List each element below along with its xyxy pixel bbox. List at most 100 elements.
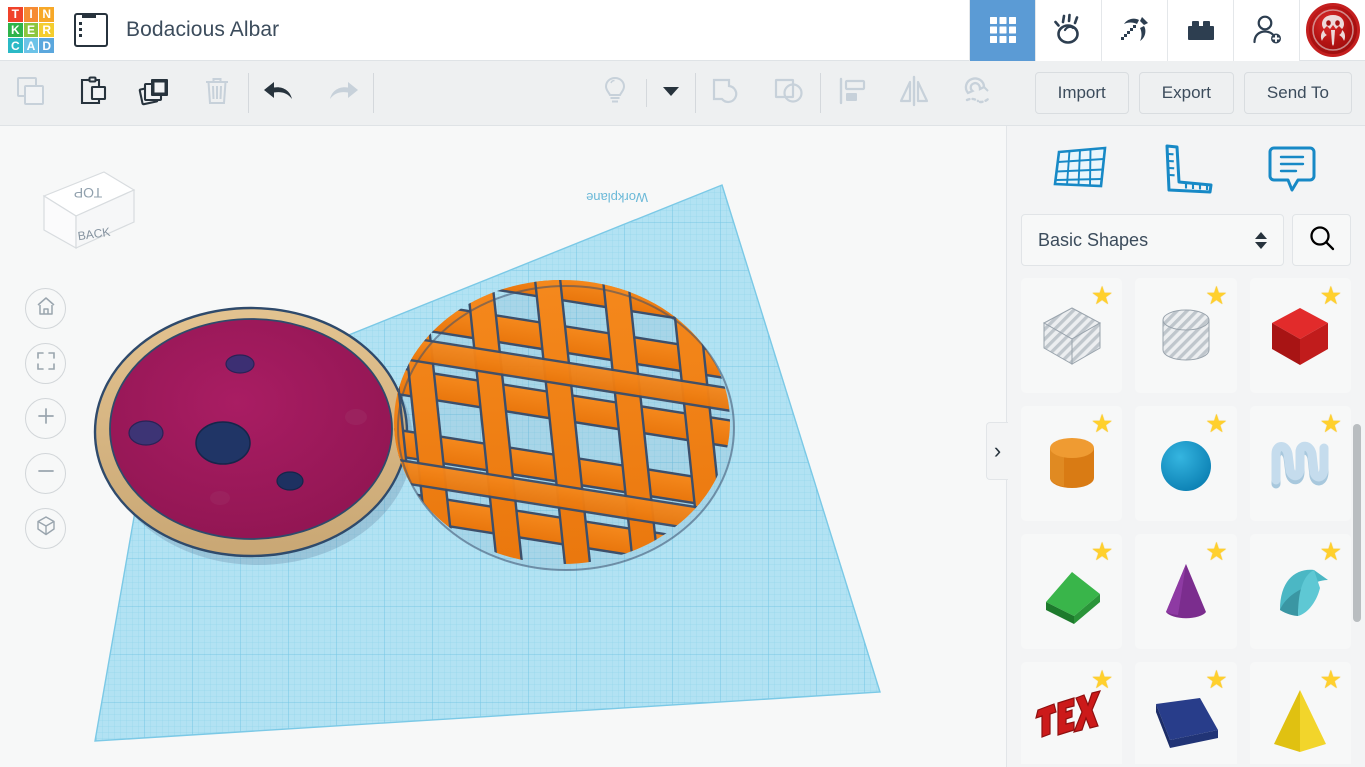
edit-lights-button[interactable] bbox=[584, 61, 646, 126]
search-button[interactable] bbox=[1292, 214, 1351, 266]
shape-cylinder-hole[interactable]: ★ bbox=[1135, 278, 1237, 393]
favorite-star-icon[interactable]: ★ bbox=[1091, 668, 1113, 693]
panel-tool-tabs bbox=[1007, 126, 1365, 214]
redo-button[interactable] bbox=[311, 61, 373, 126]
logo-tile-i: I bbox=[23, 7, 39, 22]
favorite-star-icon[interactable]: ★ bbox=[1320, 668, 1342, 693]
codeblocks-icon bbox=[1052, 13, 1086, 47]
user-avatar-button[interactable] bbox=[1299, 0, 1365, 61]
logo-tile-c: C bbox=[8, 38, 23, 53]
shape-scribble[interactable]: ★ bbox=[1249, 406, 1351, 521]
notes-tool-icon bbox=[1263, 139, 1321, 202]
header-minecraft-button[interactable] bbox=[1101, 0, 1167, 61]
copy-button[interactable] bbox=[0, 61, 62, 126]
fit-to-view-icon bbox=[35, 350, 57, 377]
undo-button[interactable] bbox=[249, 61, 311, 126]
shape-text[interactable]: ★ bbox=[1021, 662, 1123, 764]
shape-cylinder[interactable]: ★ bbox=[1021, 406, 1123, 521]
magnet-icon bbox=[958, 74, 994, 113]
logo-tile-a: A bbox=[23, 38, 39, 53]
app-header: T I N K E R C A D Bodacious Albar bbox=[0, 0, 1365, 61]
canvas-scene: Workplane bbox=[93, 184, 881, 742]
menu-list-icon[interactable] bbox=[74, 13, 108, 47]
shape-cone[interactable]: ★ bbox=[1135, 534, 1237, 649]
clipboard-tool-group bbox=[0, 61, 248, 126]
snap-magnet-button[interactable] bbox=[945, 61, 1007, 126]
ungroup-icon bbox=[771, 74, 807, 113]
mirror-button[interactable] bbox=[883, 61, 945, 126]
logo-tile-r: R bbox=[39, 22, 54, 38]
zoom-in-icon bbox=[35, 405, 57, 432]
delete-button[interactable] bbox=[186, 61, 248, 126]
favorite-star-icon[interactable]: ★ bbox=[1320, 412, 1342, 437]
group-button[interactable] bbox=[696, 61, 758, 126]
paste-icon bbox=[76, 74, 110, 113]
shape-box-hole[interactable]: ★ bbox=[1021, 278, 1123, 393]
light-options-button[interactable] bbox=[647, 61, 695, 126]
import-button[interactable]: Import bbox=[1034, 72, 1129, 114]
tab-workplane[interactable] bbox=[1037, 137, 1123, 203]
view-controls bbox=[25, 288, 66, 563]
ortho-perspective-icon bbox=[35, 515, 57, 542]
design-canvas[interactable]: Workplane TOP BACK bbox=[0, 126, 1006, 767]
redo-icon bbox=[323, 74, 361, 113]
zoom-in-button[interactable] bbox=[25, 398, 66, 439]
shape-wedge[interactable]: ★ bbox=[1021, 534, 1123, 649]
paste-button[interactable] bbox=[62, 61, 124, 126]
home-view-icon bbox=[35, 295, 57, 322]
align-icon bbox=[835, 74, 869, 113]
zoom-out-icon bbox=[35, 460, 57, 487]
fit-to-view-button[interactable] bbox=[25, 343, 66, 384]
shape-sphere[interactable]: ★ bbox=[1135, 406, 1237, 521]
shape-panel-scrollbar[interactable] bbox=[1353, 424, 1361, 622]
favorite-star-icon[interactable]: ★ bbox=[1320, 540, 1342, 565]
collapse-panel-button[interactable]: › bbox=[986, 422, 1008, 480]
workplane-tool-icon bbox=[1049, 140, 1111, 201]
document-title[interactable]: Bodacious Albar bbox=[126, 18, 279, 42]
align-button[interactable] bbox=[821, 61, 883, 126]
shape-box[interactable]: ★ bbox=[1249, 278, 1351, 393]
ungroup-button[interactable] bbox=[758, 61, 820, 126]
header-tools bbox=[969, 0, 1365, 61]
header-bricks-button[interactable] bbox=[1167, 0, 1233, 61]
header-invite-button[interactable] bbox=[1233, 0, 1299, 61]
favorite-star-icon[interactable]: ★ bbox=[1091, 540, 1113, 565]
grid-view-icon bbox=[988, 15, 1018, 45]
shape-pyramid[interactable]: ★ bbox=[1249, 662, 1351, 764]
file-actions: Import Export Send To bbox=[1034, 72, 1365, 114]
tinkercad-logo[interactable]: T I N K E R C A D bbox=[8, 7, 54, 53]
ruler-tool-icon bbox=[1155, 140, 1217, 201]
favorite-star-icon[interactable]: ★ bbox=[1205, 668, 1227, 693]
shape-grid: ★ ★ ★ ★ ★ ★ ★ ★ ★ ★ ★ ★ bbox=[1007, 278, 1365, 764]
favorite-star-icon[interactable]: ★ bbox=[1205, 540, 1227, 565]
favorite-star-icon[interactable]: ★ bbox=[1320, 284, 1342, 309]
tab-notes[interactable] bbox=[1249, 137, 1335, 203]
ortho-perspective-button[interactable] bbox=[25, 508, 66, 549]
send-to-button[interactable]: Send To bbox=[1243, 72, 1352, 114]
header-codeblocks-button[interactable] bbox=[1035, 0, 1101, 61]
zoom-out-button[interactable] bbox=[25, 453, 66, 494]
align-tool-group bbox=[821, 61, 1007, 126]
lights-tool-group bbox=[584, 61, 695, 126]
copy-icon bbox=[14, 74, 48, 113]
export-button[interactable]: Export bbox=[1138, 72, 1234, 114]
shape-paraboloid[interactable]: ★ bbox=[1135, 662, 1237, 764]
pickaxe-icon bbox=[1118, 13, 1152, 47]
mirror-icon bbox=[896, 74, 932, 113]
tab-ruler[interactable] bbox=[1143, 137, 1229, 203]
home-view-button[interactable] bbox=[25, 288, 66, 329]
favorite-star-icon[interactable]: ★ bbox=[1091, 412, 1113, 437]
view-cube[interactable]: TOP BACK bbox=[36, 158, 141, 263]
favorite-star-icon[interactable]: ★ bbox=[1205, 284, 1227, 309]
favorite-star-icon[interactable]: ★ bbox=[1205, 412, 1227, 437]
duplicate-button[interactable] bbox=[124, 61, 186, 126]
duplicate-icon bbox=[138, 74, 172, 113]
group-icon bbox=[709, 74, 745, 113]
add-person-icon bbox=[1250, 13, 1284, 47]
delete-icon bbox=[200, 74, 234, 113]
favorite-star-icon[interactable]: ★ bbox=[1091, 284, 1113, 309]
logo-tile-e: E bbox=[23, 22, 39, 38]
shape-category-select[interactable]: Basic Shapes bbox=[1021, 214, 1284, 266]
header-grid-view-button[interactable] bbox=[969, 0, 1035, 61]
shape-roof[interactable]: ★ bbox=[1249, 534, 1351, 649]
